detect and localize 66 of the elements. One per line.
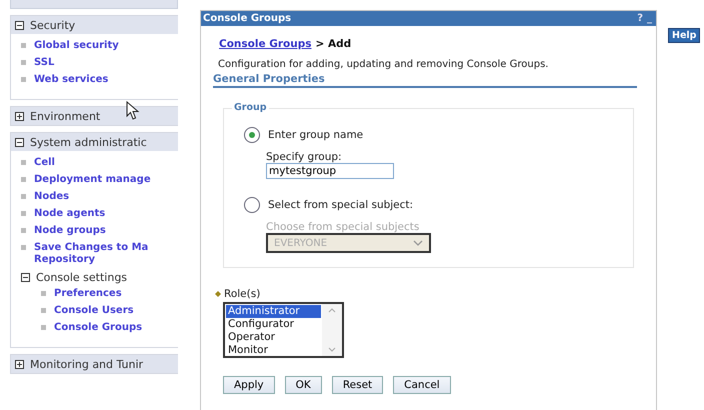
- nav-link[interactable]: Node groups: [34, 225, 106, 237]
- breadcrumb-link[interactable]: Console Groups: [219, 38, 312, 50]
- section-title: Environment: [30, 110, 100, 122]
- section-header[interactable]: Environment: [11, 107, 178, 125]
- nav-link[interactable]: Node agents: [34, 208, 106, 220]
- group-name-field[interactable]: mytestgroup: [266, 163, 394, 179]
- minus-icon[interactable]: [21, 273, 30, 282]
- field-label: Role(s): [224, 288, 260, 300]
- nav-link[interactable]: Save Changes to Ma Repository: [34, 242, 148, 266]
- nav-link[interactable]: SSL: [34, 57, 54, 69]
- bullet-icon: [41, 325, 46, 330]
- field-label: Choose from special subjects: [266, 221, 420, 233]
- minus-icon[interactable]: [15, 138, 24, 146]
- bullet-icon: [21, 160, 26, 165]
- section-title: System administratic: [30, 136, 147, 148]
- title-bar-button[interactable]: _: [647, 13, 652, 24]
- roles-listbox[interactable]: Administrator Configurator Operator Monitor: [223, 302, 344, 358]
- bullet-icon: [21, 177, 26, 182]
- help-tab[interactable]: Help: [668, 28, 700, 43]
- nav-link[interactable]: Deployment manage: [34, 174, 151, 186]
- title-bar-button[interactable]: ?: [637, 13, 643, 24]
- nav-link[interactable]: Console Users: [54, 305, 134, 317]
- nav-link[interactable]: Preferences: [54, 288, 122, 300]
- plus-icon[interactable]: [15, 112, 24, 120]
- section-header[interactable]: Monitoring and Tunir: [11, 355, 178, 373]
- section-title: Security: [30, 18, 76, 32]
- section-header[interactable]: Security: [11, 16, 178, 34]
- list-option[interactable]: Administrator: [226, 305, 321, 318]
- section-title: Monitoring and Tunir: [30, 358, 144, 370]
- minus-icon[interactable]: [15, 20, 24, 30]
- list-option[interactable]: Monitor: [226, 344, 321, 357]
- list-option[interactable]: Operator: [226, 331, 321, 344]
- radio-label: Enter group name: [268, 129, 364, 141]
- section-title: General Properties: [213, 73, 637, 88]
- plus-icon[interactable]: [15, 360, 24, 368]
- mouse-pointer-icon: [126, 101, 140, 121]
- section-header[interactable]: System administratic: [11, 133, 178, 151]
- bullet-icon: [21, 77, 26, 82]
- bullet-icon: [21, 194, 26, 199]
- form-button[interactable]: OK: [284, 376, 322, 394]
- nav-link[interactable]: Nodes: [34, 191, 70, 203]
- bullet-icon: [21, 245, 26, 250]
- bullet-icon: [21, 60, 26, 65]
- bullet-icon: [21, 211, 26, 216]
- nav-link[interactable]: Global security: [34, 40, 119, 52]
- field-label: Specify group:: [266, 151, 342, 163]
- fieldset-legend: Group: [232, 102, 269, 113]
- panel-title: Console Groups: [203, 13, 292, 24]
- bullet-icon: [41, 308, 46, 313]
- form-button[interactable]: Reset: [332, 376, 384, 394]
- form-button[interactable]: Apply: [223, 376, 275, 394]
- radio-button[interactable]: [244, 127, 260, 143]
- nav-group[interactable]: Console settings: [21, 269, 178, 286]
- bullet-icon: [41, 291, 46, 296]
- nav-link[interactable]: Web services: [34, 74, 108, 86]
- list-option[interactable]: Configurator: [226, 318, 321, 331]
- breadcrumb-current: > Add: [316, 38, 352, 50]
- nav-link[interactable]: Cell: [34, 157, 55, 169]
- description: Configuration for adding, updating and removing Console Groups.: [218, 59, 550, 70]
- form-button[interactable]: Cancel: [393, 376, 451, 394]
- group-title: Console settings: [36, 271, 128, 284]
- radio-button[interactable]: [244, 197, 260, 213]
- radio-label: Select from special subject:: [268, 199, 414, 211]
- bullet-icon: [21, 228, 26, 233]
- bullet-icon: [21, 43, 26, 48]
- nav-link[interactable]: Console Groups: [54, 322, 142, 334]
